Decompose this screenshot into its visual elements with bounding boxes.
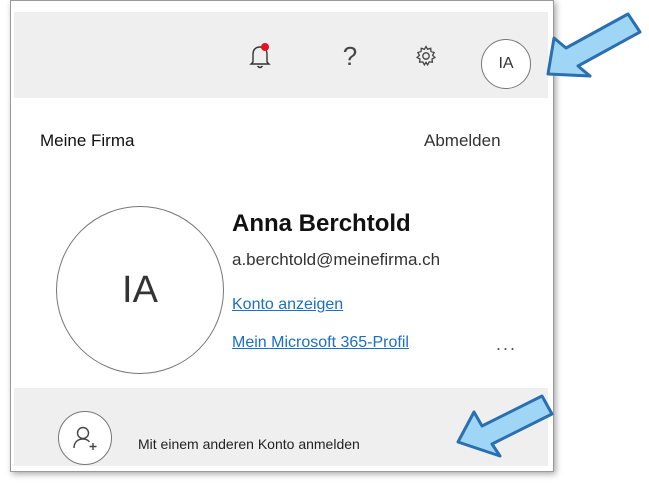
profile-avatar: IA bbox=[56, 206, 224, 374]
microsoft-profile-link[interactable]: Mein Microsoft 365-Profil bbox=[232, 334, 409, 352]
profile-initials: IA bbox=[122, 268, 158, 311]
add-account-icon-button[interactable] bbox=[58, 411, 112, 465]
add-account-label: Mit einem anderen Konto anmelden bbox=[138, 436, 360, 452]
sign-out-link[interactable]: Abmelden bbox=[424, 131, 501, 151]
notifications-button[interactable] bbox=[240, 34, 280, 78]
settings-gear-icon bbox=[415, 45, 437, 67]
account-header-bar bbox=[14, 12, 548, 98]
notification-bell-icon bbox=[249, 43, 271, 69]
callout-arrow-top bbox=[546, 12, 642, 78]
help-icon: ? bbox=[342, 40, 358, 71]
help-button[interactable]: ? bbox=[330, 34, 370, 78]
user-name: Anna Berchtold bbox=[232, 210, 411, 237]
view-account-link[interactable]: Konto anzeigen bbox=[232, 296, 343, 314]
user-email: a.berchtold@meinefirma.ch bbox=[232, 250, 441, 269]
notification-dot bbox=[261, 43, 269, 51]
settings-button[interactable] bbox=[404, 34, 448, 78]
callout-arrow-bottom bbox=[456, 394, 554, 458]
more-options-button[interactable]: ... bbox=[496, 334, 517, 355]
add-person-icon bbox=[73, 426, 97, 450]
company-name: Meine Firma bbox=[40, 131, 135, 150]
avatar-initials: IA bbox=[498, 55, 514, 72]
account-avatar-button[interactable]: IA bbox=[481, 39, 531, 89]
